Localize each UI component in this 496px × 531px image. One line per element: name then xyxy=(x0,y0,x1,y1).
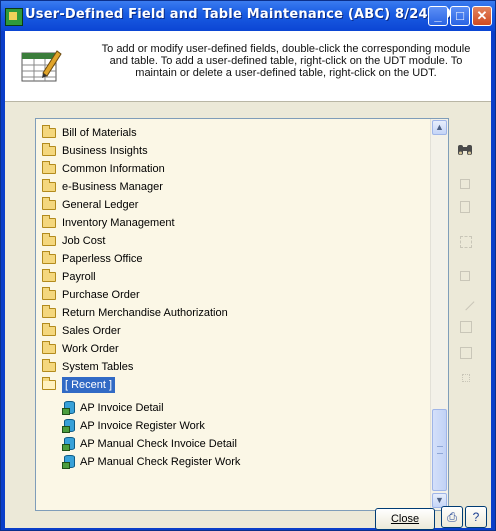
udf-table-icon xyxy=(21,50,62,82)
tree-recent-label: [ Recent ] xyxy=(62,377,116,393)
folder-icon xyxy=(42,215,56,228)
database-table-icon xyxy=(62,455,75,469)
tree-folder-label: System Tables xyxy=(62,361,134,373)
module-tree[interactable]: Bill of Materials Business Insights Common… xyxy=(35,118,449,511)
tree-folder-label: Common Information xyxy=(62,163,165,175)
database-table-icon xyxy=(62,437,75,451)
folder-icon xyxy=(42,341,56,354)
tree-table-label: AP Invoice Register Work xyxy=(80,420,205,432)
scroll-up-button[interactable]: ▲ xyxy=(432,120,447,135)
print-button[interactable]: ⎙ xyxy=(441,506,463,528)
add-field-icon[interactable] xyxy=(460,179,470,189)
tree-folder-label: Inventory Management xyxy=(62,217,175,229)
instructions-text: To add or modify user-defined fields, do… xyxy=(101,43,471,79)
maximize-button[interactable]: □ xyxy=(450,6,470,26)
folder-icon xyxy=(42,125,56,138)
folder-icon xyxy=(42,233,56,246)
paste-field-icon[interactable] xyxy=(460,271,470,281)
udf-maintenance-window: User-Defined Field and Table Maintenance… xyxy=(0,0,496,531)
instructions-header: To add or modify user-defined fields, do… xyxy=(5,31,491,102)
tree-folder-label: Job Cost xyxy=(62,235,106,247)
client-area: To add or modify user-defined fields, do… xyxy=(5,31,491,530)
tree-folder-label: Work Order xyxy=(62,343,119,355)
folder-icon xyxy=(42,359,56,372)
database-table-icon xyxy=(62,401,75,415)
tree-table-label: AP Manual Check Invoice Detail xyxy=(80,438,237,450)
properties-icon[interactable] xyxy=(460,321,472,333)
delete-icon[interactable] xyxy=(462,374,470,382)
document-icon[interactable] xyxy=(460,347,472,359)
rename-icon[interactable] xyxy=(457,293,475,311)
tree-folder-label: Return Merchandise Authorization xyxy=(62,307,228,319)
folder-icon xyxy=(42,143,56,156)
folder-icon xyxy=(42,197,56,210)
help-icon: ? xyxy=(472,510,480,524)
tree-folder-label: Sales Order xyxy=(62,325,121,337)
folder-icon xyxy=(42,323,56,336)
folder-icon xyxy=(42,269,56,282)
window-title: User-Defined Field and Table Maintenance… xyxy=(25,7,470,22)
tree-folder-label: Payroll xyxy=(62,271,96,283)
printer-icon: ⎙ xyxy=(447,510,457,524)
tree-folder-label: e-Business Manager xyxy=(62,181,163,193)
tree-folder-label: Bill of Materials xyxy=(62,127,137,139)
tree-folder-label: General Ledger xyxy=(62,199,139,211)
tree-table-label: AP Manual Check Register Work xyxy=(80,456,241,468)
folder-icon xyxy=(42,179,56,192)
app-icon xyxy=(5,8,23,26)
close-button-label: Close xyxy=(390,513,420,525)
copy-field-icon[interactable] xyxy=(460,236,472,248)
help-button[interactable]: ? xyxy=(465,506,487,528)
open-folder-icon xyxy=(42,377,56,390)
folder-icon xyxy=(42,287,56,300)
title-bar[interactable]: User-Defined Field and Table Maintenance… xyxy=(1,1,495,31)
edit-field-icon[interactable] xyxy=(460,201,470,213)
tree-folder-label: Business Insights xyxy=(62,145,148,157)
scroll-thumb[interactable] xyxy=(432,409,447,491)
folder-icon xyxy=(42,161,56,174)
database-table-icon xyxy=(62,419,75,433)
tree-scrollbar[interactable]: ▲ ▼ xyxy=(430,119,448,510)
close-window-button[interactable]: ✕ xyxy=(472,6,492,26)
tree-folder-label: Paperless Office xyxy=(62,253,143,265)
tree-table-label: AP Invoice Detail xyxy=(80,402,164,414)
folder-icon xyxy=(42,305,56,318)
folder-icon xyxy=(42,251,56,264)
tree-folder-label: Purchase Order xyxy=(62,289,140,301)
minimize-button[interactable]: _ xyxy=(428,6,448,26)
close-button[interactable]: Close xyxy=(375,508,435,530)
binoculars-icon[interactable] xyxy=(457,143,473,161)
